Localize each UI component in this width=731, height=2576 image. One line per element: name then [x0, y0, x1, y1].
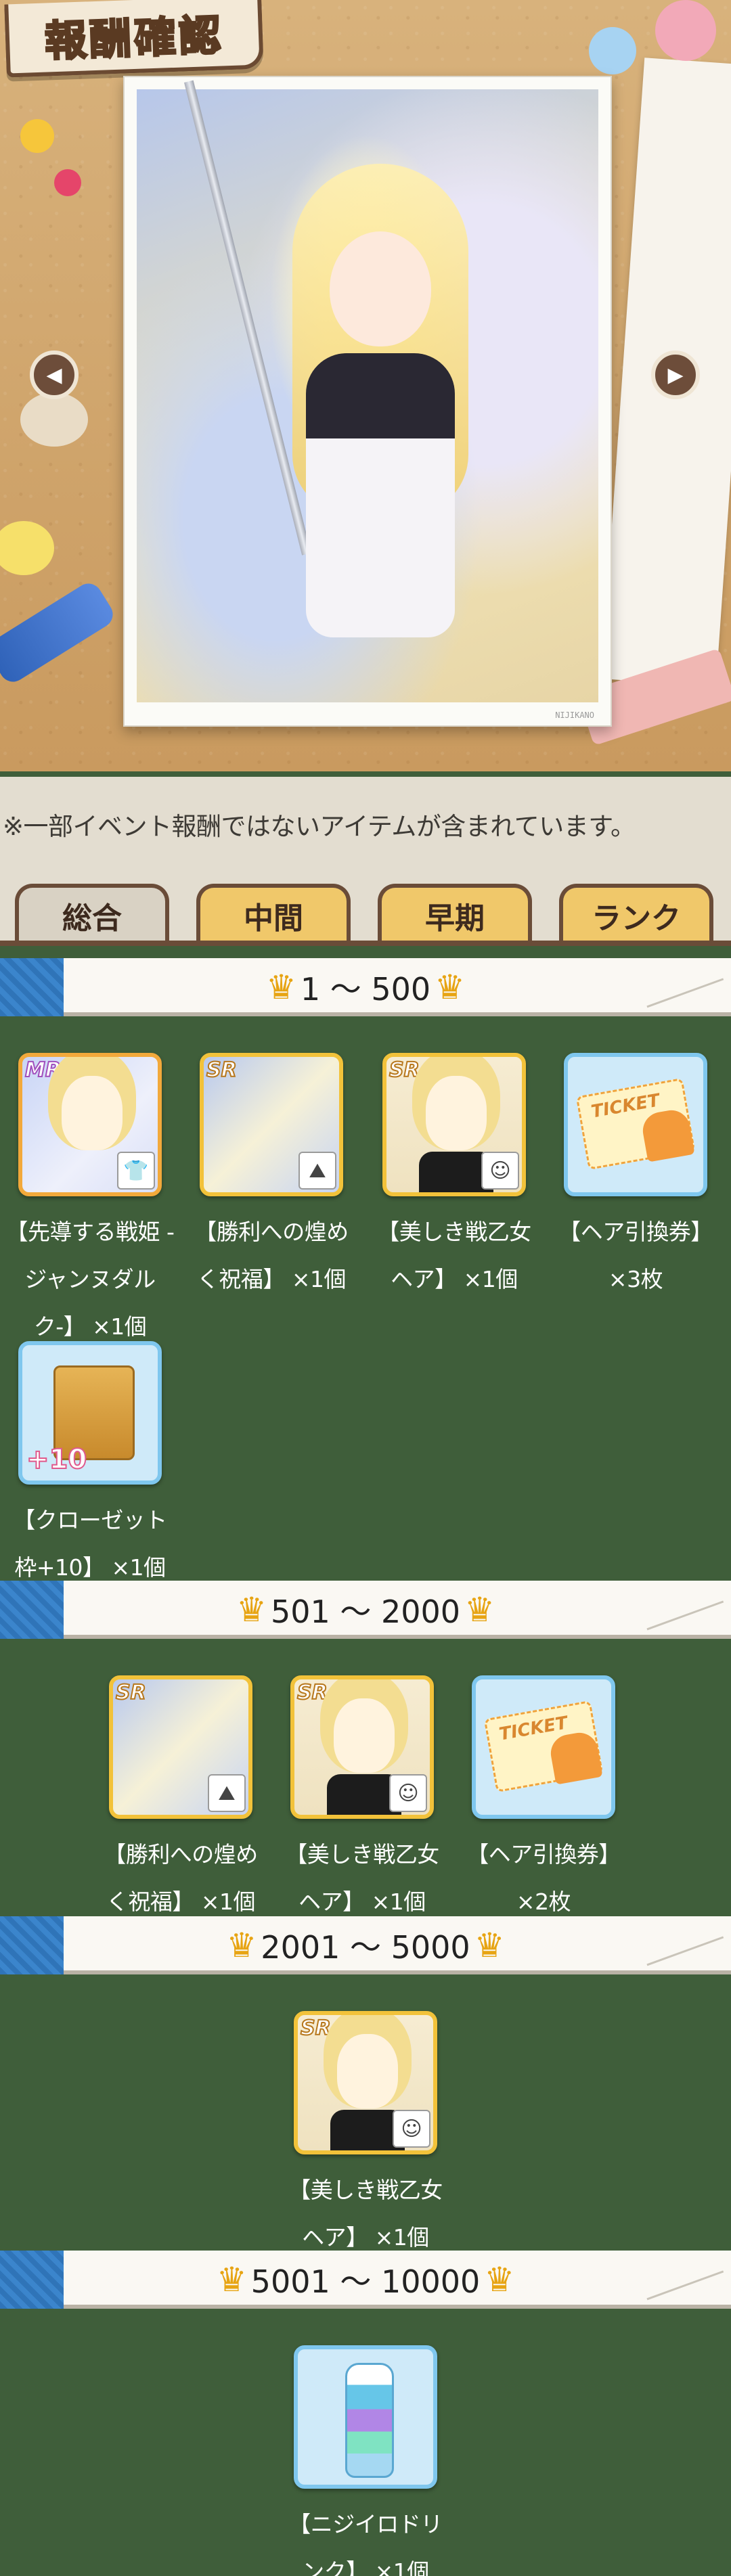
page-title-tag: 報酬確認: [4, 0, 264, 78]
tier-range: 1 ～ 500: [300, 971, 431, 1008]
red-ball-decoration: [54, 169, 81, 196]
item-name: 【ニジイロドリンク】 ×1個: [288, 2511, 443, 2576]
item-thumbnail: SR ⛰: [109, 1675, 252, 1819]
bear-decoration: [20, 392, 88, 447]
tier-header: ♛ 2001 ～ 5000 ♛: [0, 1912, 731, 1974]
notice-bar: ※一部イベント報酬ではないアイテムが含まれています。: [0, 777, 731, 872]
item-thumbnail: TICKET: [472, 1675, 615, 1819]
rank-badge: SR: [115, 1680, 147, 1705]
rank-badge: SR: [300, 2016, 332, 2041]
tab-label: 中間: [244, 901, 303, 936]
reward-item[interactable]: 【ニジイロドリンク】 ×1個: [281, 2345, 450, 2576]
character-body: [306, 353, 455, 637]
hair-icon: ☺: [393, 2110, 430, 2148]
crown-icon: ♛: [236, 1590, 267, 1629]
reward-item[interactable]: SR ⛰ 【勝利への煌めく祝福】 ×1個: [96, 1675, 265, 1926]
item-thumbnail: MR 👕: [18, 1053, 162, 1196]
crown-icon: ♛: [474, 1926, 505, 1965]
item-name: 【勝利への煌めく祝福】 ×1個: [104, 1841, 258, 1915]
item-name: 【クローゼット枠+10】 ×1個: [13, 1507, 167, 1581]
item-thumbnail: TICKET: [564, 1053, 707, 1196]
rank-badge: SR: [296, 1680, 328, 1705]
item-thumbnail: SR ☺: [382, 1053, 526, 1196]
item-name: 【先導する戦姫 -ジャンヌダルク-】 ×1個: [5, 1219, 175, 1340]
character-face: [330, 231, 431, 346]
hair-icon: ☺: [481, 1152, 519, 1190]
tabs-baseline: [0, 941, 731, 946]
drink-icon: [345, 2363, 394, 2478]
chevron-right-icon: ▶: [667, 363, 684, 387]
hair-preview: [337, 2034, 398, 2108]
reward-header-banner: 報酬確認 NIJIKANO ◀ ▶: [0, 0, 731, 771]
reward-item[interactable]: SR ⛰ 【勝利への煌めく祝福】 ×1個: [187, 1053, 356, 1303]
background-icon: ⛰: [208, 1774, 246, 1812]
crown-icon: ♛: [226, 1926, 257, 1965]
item-thumbnail: [294, 2345, 437, 2489]
hair-preview: [426, 1076, 487, 1150]
background-icon: ⛰: [298, 1152, 336, 1190]
crown-icon: ♛: [216, 2260, 247, 2299]
tier-range: 501 ～ 2000: [270, 1594, 461, 1630]
tier-label: ♛ 501 ～ 2000 ♛: [0, 1581, 731, 1639]
reward-item[interactable]: MR 👕 【先導する戦姫 -ジャンヌダルク-】 ×1個: [5, 1053, 175, 1351]
item-thumbnail: +10: [18, 1341, 162, 1485]
reward-item[interactable]: SR ☺ 【美しき戦乙女ヘア】 ×1個: [278, 1675, 447, 1926]
rank-badge: MR: [24, 1058, 62, 1083]
character-portrait: [62, 1076, 123, 1150]
tier-label: ♛ 5001 ～ 10000 ♛: [0, 2251, 731, 2309]
tab-early[interactable]: 早期: [378, 884, 532, 943]
previous-arrow-button[interactable]: ◀: [30, 351, 79, 399]
hair-icon: ☺: [389, 1774, 427, 1812]
reward-photo-frame: NIJIKANO: [123, 76, 612, 727]
tier-header: ♛ 5001 ～ 10000 ♛: [0, 2246, 731, 2309]
yellow-ball-decoration: [20, 119, 54, 153]
item-name: 【美しき戦乙女ヘア】 ×1個: [285, 1841, 439, 1915]
item-thumbnail: SR ☺: [294, 2011, 437, 2154]
crown-icon: ♛: [435, 968, 465, 1007]
reward-item[interactable]: +10 【クローゼット枠+10】 ×1個: [5, 1341, 175, 1591]
rank-badge: SR: [389, 1058, 420, 1083]
character-illustration: [137, 80, 598, 702]
item-name: 【勝利への煌めく祝福】 ×1個: [194, 1219, 349, 1292]
tab-label: 総合: [62, 901, 122, 936]
next-arrow-button[interactable]: ▶: [651, 351, 700, 399]
tab-rank[interactable]: ランク: [559, 884, 713, 943]
item-name: 【美しき戦乙女ヘア】 ×1個: [377, 1219, 531, 1292]
item-name: 【美しき戦乙女ヘア】 ×1個: [288, 2177, 443, 2251]
chick-decoration: [0, 521, 54, 575]
item-name: 【ヘア引換券】 ×3枚: [558, 1219, 713, 1292]
reward-item[interactable]: TICKET 【ヘア引換券】 ×2枚: [459, 1675, 628, 1926]
tier-label: ♛ 1 ～ 500 ♛: [0, 958, 731, 1016]
reward-item[interactable]: SR ☺ 【美しき戦乙女ヘア】 ×1個: [370, 1053, 539, 1303]
chevron-left-icon: ◀: [46, 363, 62, 387]
hair-preview: [334, 1698, 395, 1773]
tab-midterm[interactable]: 中間: [196, 884, 351, 943]
rank-badge: SR: [206, 1058, 238, 1083]
tab-label: 早期: [425, 901, 485, 936]
page-title: 報酬確認: [43, 9, 225, 67]
item-name: 【ヘア引換券】 ×2枚: [466, 1841, 621, 1915]
item-thumbnail: SR ☺: [290, 1675, 434, 1819]
blue-button-decoration: [589, 27, 636, 74]
tier-range: 2001 ～ 5000: [261, 1929, 470, 1966]
outfit-icon: 👕: [117, 1152, 155, 1190]
tier-header: ♛ 1 ～ 500 ♛: [0, 954, 731, 1016]
tab-label: ランク: [592, 901, 681, 936]
ranking-tabs: 総合 中間 早期 ランク: [0, 872, 731, 946]
reward-item[interactable]: SR ☺ 【美しき戦乙女ヘア】 ×1個: [281, 2011, 450, 2261]
plus-badge: +10: [26, 1443, 87, 1476]
flower-decoration: [655, 0, 716, 61]
tier-label: ♛ 2001 ～ 5000 ♛: [0, 1916, 731, 1974]
crown-icon: ♛: [464, 1590, 495, 1629]
reward-item[interactable]: TICKET 【ヘア引換券】 ×3枚: [551, 1053, 720, 1303]
tab-overall[interactable]: 総合: [15, 884, 169, 943]
item-thumbnail: SR ⛰: [200, 1053, 343, 1196]
photo-caption: NIJIKANO: [555, 710, 594, 720]
crown-icon: ♛: [484, 2260, 515, 2299]
notice-text: ※一部イベント報酬ではないアイテムが含まれています。: [3, 812, 636, 841]
crayon-decoration: [0, 578, 118, 687]
tier-range: 5001 ～ 10000: [250, 2263, 481, 2300]
tier-header: ♛ 501 ～ 2000 ♛: [0, 1577, 731, 1639]
crown-icon: ♛: [266, 968, 296, 1007]
